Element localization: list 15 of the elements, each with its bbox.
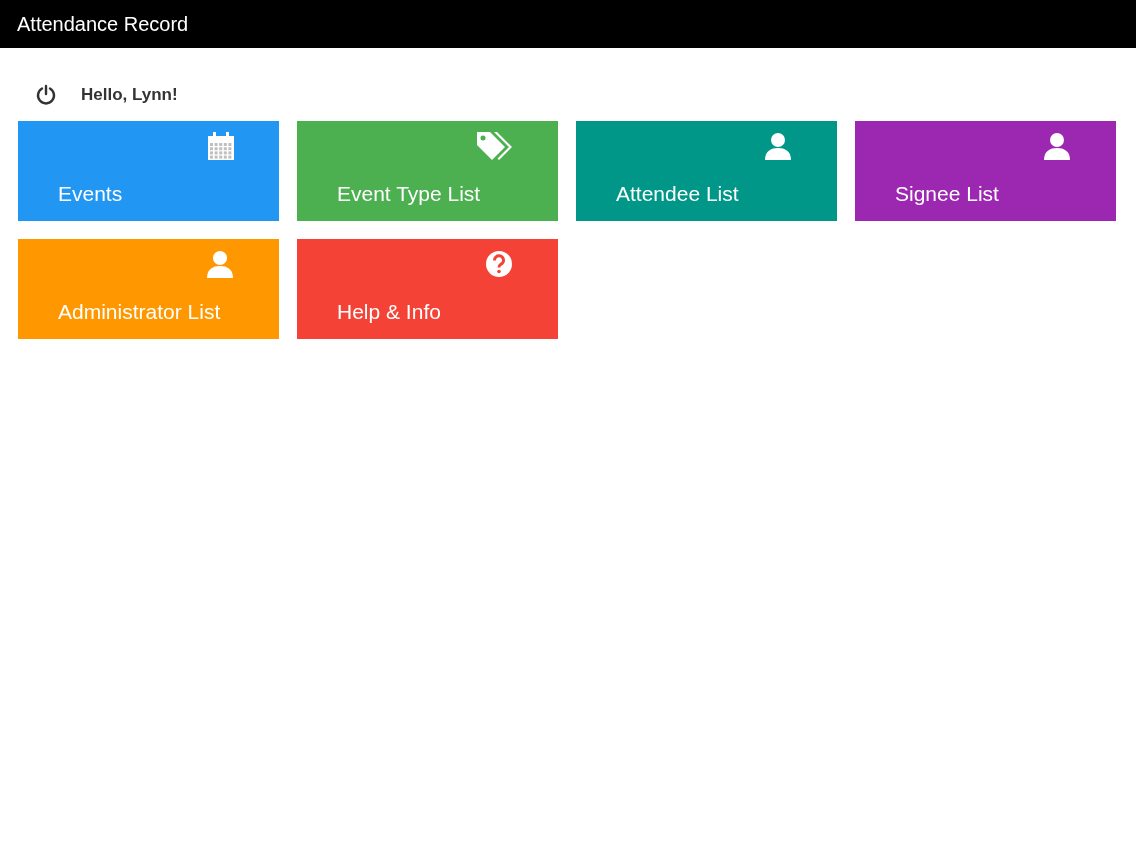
menu-tile[interactable]: Administrator List [18, 239, 279, 339]
person-icon [764, 132, 792, 160]
person-icon [206, 250, 234, 278]
tags-icon [477, 132, 513, 162]
app-title: Attendance Record [17, 12, 189, 37]
greeting: Hello, Lynn! [81, 83, 178, 106]
menu-tile[interactable]: Event Type List [297, 121, 558, 221]
menu-tile[interactable]: Signee List [855, 121, 1116, 221]
menu-tile[interactable]: Attendee List [576, 121, 837, 221]
calendar-icon [208, 132, 234, 160]
power-icon[interactable] [35, 83, 57, 106]
person-icon [1043, 132, 1071, 160]
menu-tile[interactable]: Events [18, 121, 279, 221]
menu-tile[interactable]: Help & Info [297, 239, 558, 339]
question-icon [485, 250, 513, 278]
